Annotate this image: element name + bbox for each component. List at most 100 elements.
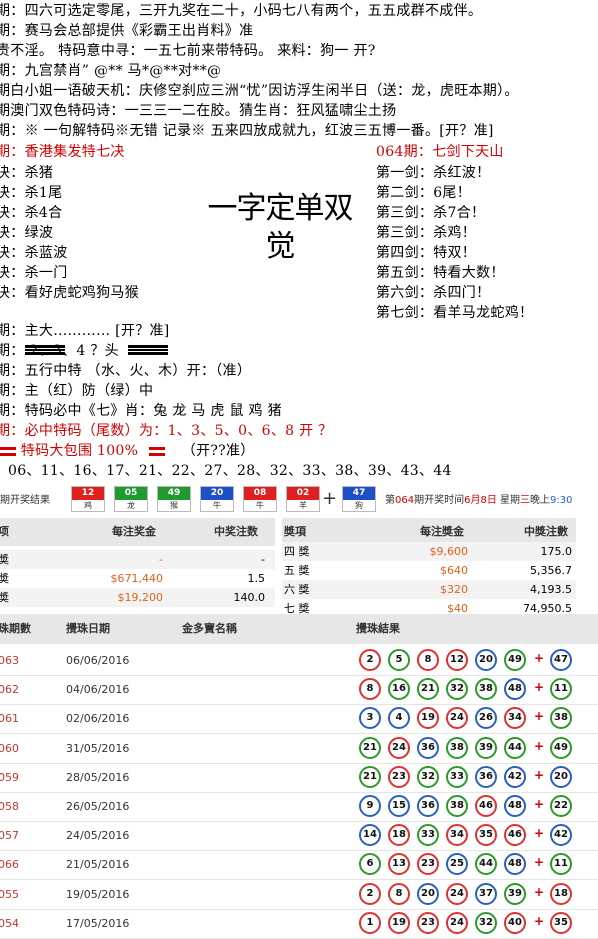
left-item: 决：杀1尾 bbox=[0, 185, 63, 201]
header-cell: 项 bbox=[0, 525, 9, 538]
table-row: 奬 $19,200 140.0 bbox=[0, 588, 275, 607]
draw-date: 21/05/2016 bbox=[66, 858, 130, 872]
info-time: 9:30 bbox=[550, 495, 573, 506]
lower-line: 期：特码必中《七》肖：兔 龙 马 虎 鼠 鸡 猪 bbox=[0, 403, 282, 419]
result-ball: 23 bbox=[388, 765, 410, 788]
special-code-title: 特码大包围 100% bbox=[20, 443, 139, 459]
center-title: 一字定单双 觉 bbox=[207, 191, 354, 264]
table-row: 057 24/05/2016 14 18 33 34 35 46 +42 bbox=[0, 821, 598, 852]
result-ball: 8 bbox=[359, 678, 381, 701]
header-cell: 中奖注数 bbox=[214, 525, 258, 538]
ball-number: 20 bbox=[201, 487, 233, 500]
special-ball: 22 bbox=[550, 795, 572, 817]
double-bar-decoration bbox=[25, 345, 65, 355]
result-ball: 38 bbox=[475, 678, 497, 701]
plus-sign: + bbox=[534, 709, 545, 724]
prize-count: 4,193.5 bbox=[530, 583, 572, 596]
plus-sign: + bbox=[534, 884, 545, 899]
result-ball: 35 bbox=[475, 824, 497, 847]
table-row: 061 02/06/2016 3 4 19 24 26 34 +38 bbox=[0, 704, 598, 735]
right-item: 第六剑：杀四门！ bbox=[376, 285, 491, 301]
draw-number[interactable]: 062 bbox=[0, 683, 19, 696]
table-row: 060 31/05/2016 21 24 36 38 39 44 +49 bbox=[0, 734, 598, 764]
ball-zodiac: 龙 bbox=[127, 501, 135, 510]
result-ball: 15 bbox=[388, 795, 410, 817]
header-cell: 攪珠結果 bbox=[356, 622, 400, 635]
prize-amount: $320 bbox=[440, 583, 468, 596]
ball-number: 05 bbox=[115, 487, 147, 500]
ball-number: 47 bbox=[343, 487, 375, 500]
result-ball: 23 bbox=[417, 911, 439, 934]
prize-count: 140.0 bbox=[233, 591, 266, 604]
header-cell: 金多寶名稱 bbox=[182, 622, 237, 635]
draw-result-strip: 期开奖结果 12 鸡 05 龙 49 猴 20 牛 08 牛 02 羊 + 47 狗 第064… bbox=[0, 482, 598, 516]
prize-amount: $9,600 bbox=[429, 545, 469, 558]
result-ball: 38 bbox=[446, 736, 468, 759]
ball-zodiac: 牛 bbox=[256, 501, 264, 510]
left-item: 决：杀猪 bbox=[0, 165, 54, 181]
table-row: 六 獎 $320 4,193.5 bbox=[282, 580, 576, 599]
prize-count: 1.5 bbox=[247, 572, 266, 585]
next-draw-info: 第064期开奖时间6月8日 星期三晚上9:30 bbox=[385, 491, 572, 506]
result-ball: 24 bbox=[446, 911, 468, 934]
prize-name: 五 獎 bbox=[284, 564, 310, 577]
result-ball: 26 bbox=[475, 707, 497, 730]
right-item: 第三剑：杀7合！ bbox=[376, 205, 486, 221]
draw-date: 04/06/2016 bbox=[66, 683, 130, 697]
special-ball: 20 bbox=[550, 765, 572, 788]
table-row: 奬 $671,440 1.5 bbox=[0, 569, 275, 588]
result-ball: 02 羊 bbox=[286, 486, 320, 512]
result-ball: 34 bbox=[504, 707, 526, 730]
draw-number[interactable]: 054 bbox=[0, 917, 19, 930]
draw-number[interactable]: 060 bbox=[0, 742, 19, 755]
draw-number[interactable]: 058 bbox=[0, 800, 19, 813]
draw-number[interactable]: 061 bbox=[0, 712, 19, 725]
draw-number[interactable]: 066 bbox=[0, 858, 19, 871]
result-ball: 40 bbox=[504, 911, 526, 934]
plus-sign: + bbox=[534, 738, 545, 753]
draw-number[interactable]: 063 bbox=[0, 654, 19, 667]
result-ball: 19 bbox=[388, 911, 410, 934]
table-row: 058 26/05/2016 9 15 36 38 46 48 +22 bbox=[0, 792, 598, 822]
ball-zodiac: 牛 bbox=[213, 501, 221, 510]
header-cell: 每注奖金 bbox=[112, 525, 156, 538]
ball-number: 08 bbox=[244, 487, 276, 500]
ball-number: 49 bbox=[158, 487, 190, 500]
result-ball: 6 bbox=[359, 853, 381, 876]
result-ball: 8 bbox=[388, 882, 410, 905]
result-ball: 5 bbox=[388, 649, 410, 671]
plus-sign: + bbox=[534, 855, 545, 870]
table-header: 珠期數 攪珠日期 金多寶名稱 攪珠結果 bbox=[0, 614, 598, 644]
lower-line-red: 期：必中特码（尾数）为：1、3、5、0、6、8 开 ？ bbox=[0, 423, 333, 439]
info-date: 6月8日 bbox=[464, 495, 497, 506]
info-draw-number: 064 bbox=[395, 495, 415, 506]
draw-number[interactable]: 059 bbox=[0, 771, 19, 784]
draw-number[interactable]: 055 bbox=[0, 888, 19, 901]
left-item: 决：杀4合 bbox=[0, 205, 63, 221]
lower-line: 期：五行中特 （水、火、木）开：（准） bbox=[0, 363, 252, 379]
draw-date: 26/05/2016 bbox=[66, 800, 130, 813]
prize-count: - bbox=[261, 553, 265, 566]
prize-amount: $19,200 bbox=[117, 591, 164, 604]
header-line: 期：赛马会总部提供《彩霸王出肖料》准 bbox=[0, 23, 254, 39]
draw-date: 06/06/2016 bbox=[66, 654, 130, 667]
result-ball: 20 牛 bbox=[200, 486, 234, 512]
result-ball: 24 bbox=[446, 707, 468, 730]
strip-label: 期开奖结果 bbox=[0, 495, 50, 506]
plus-sign: + bbox=[534, 826, 545, 841]
prize-name: 四 獎 bbox=[284, 545, 310, 558]
table-row: 奬 - - bbox=[0, 550, 275, 569]
result-ball: 33 bbox=[446, 765, 468, 788]
ball-zodiac: 羊 bbox=[299, 501, 307, 510]
ball-number: 12 bbox=[72, 487, 104, 500]
prize-count: 175.0 bbox=[540, 545, 573, 558]
result-ball: 21 bbox=[359, 765, 381, 788]
result-ball: 12 bbox=[446, 649, 468, 671]
draw-date: 31/05/2016 bbox=[66, 741, 130, 755]
draw-date: 17/05/2016 bbox=[66, 916, 130, 930]
header-line: 贵不淫。 特码意中寻：一五七前来带特码。 来料：狗一 开? bbox=[0, 43, 376, 59]
info-text: 晚上 bbox=[530, 495, 551, 506]
result-ball: 39 bbox=[504, 882, 526, 905]
draw-date: 24/05/2016 bbox=[66, 829, 130, 843]
draw-number[interactable]: 057 bbox=[0, 829, 19, 842]
